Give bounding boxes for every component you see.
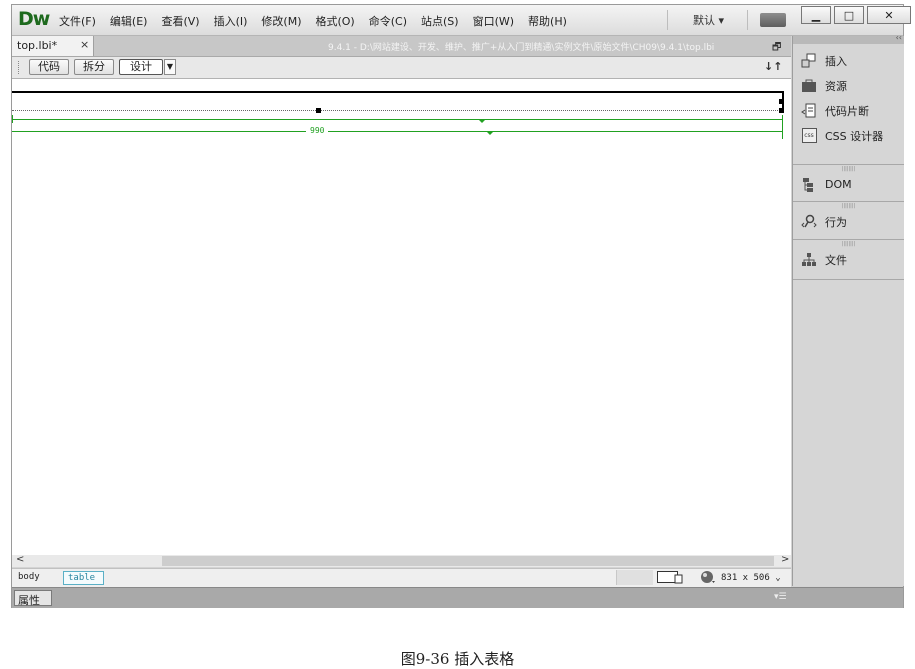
panel-css-designer[interactable]: css CSS 设计器 [793, 123, 904, 148]
status-well [616, 570, 653, 585]
document-tab[interactable]: top.lbi* × [12, 36, 94, 56]
column-width-guide [12, 119, 782, 120]
panel-separator [793, 239, 904, 240]
scroll-right-icon[interactable]: > [781, 554, 789, 565]
menu-commands[interactable]: 命令(C) [369, 13, 407, 29]
globe-icon[interactable] [700, 570, 716, 587]
panel-assets[interactable]: 资源 [793, 73, 904, 98]
behaviors-icon [801, 214, 817, 230]
panel-css-designer-label: CSS 设计器 [825, 129, 884, 143]
menu-format[interactable]: 格式(O) [315, 13, 354, 29]
menu-bar: 文件(F) 编辑(E) 查看(V) 插入(I) 修改(M) 格式(O) 命令(C… [59, 13, 581, 29]
menu-help[interactable]: 帮助(H) [528, 13, 567, 29]
menu-view[interactable]: 查看(V) [161, 13, 199, 29]
divider [667, 10, 668, 30]
css-designer-icon: css [801, 128, 817, 144]
table-header-menu-icon[interactable] [487, 132, 493, 135]
dreamweaver-window: Dw 文件(F) 编辑(E) 查看(V) 插入(I) 修改(M) 格式(O) 命… [11, 4, 911, 608]
properties-panel-tab[interactable]: 属性 [14, 590, 52, 607]
table-width-guide-start [12, 115, 13, 123]
window-controls: ▁ □ ✕ [801, 6, 914, 24]
insert-icon [801, 53, 817, 69]
panel-group-1: 插入 资源 代码片断 css CSS 设计器 [793, 48, 904, 148]
sort-icon[interactable]: ↓↑ [764, 60, 782, 73]
design-canvas[interactable]: 990 [12, 79, 791, 555]
dw-logo: Dw [18, 8, 50, 30]
document-path: 9.4.1 - D:\网站建设、开发、维护、推广+从入门到精通\实例文件\原始文… [328, 43, 715, 53]
split-view-button[interactable]: 拆分 [74, 59, 114, 75]
status-bar: body table 831 x 506 ⌄ [12, 568, 791, 587]
panel-group-2: |||||||| DOM [793, 166, 904, 197]
horizontal-scrollbar[interactable]: < > [12, 554, 791, 567]
menu-edit[interactable]: 编辑(E) [110, 13, 148, 29]
restore-document-icon[interactable]: 🗗 [772, 40, 781, 57]
menu-site[interactable]: 站点(S) [421, 13, 459, 29]
table-width-guide [12, 131, 782, 132]
menu-window[interactable]: 窗口(W) [473, 13, 514, 29]
panel-group-3: |||||||| 行为 [793, 203, 904, 234]
scroll-left-icon[interactable]: < [16, 554, 24, 565]
window-size-value: 831 x 506 [721, 573, 770, 583]
panel-dom-label: DOM [825, 178, 852, 191]
properties-bar: 属性 ▾☰ [12, 587, 903, 608]
table-outline-bottom [12, 110, 782, 111]
panel-insert[interactable]: 插入 [793, 48, 904, 73]
table-corner-handle[interactable] [779, 108, 784, 113]
panel-separator [793, 201, 904, 202]
workspace-switcher[interactable]: 默认 ▾ [693, 12, 724, 28]
properties-menu-icon[interactable]: ▾☰ [774, 592, 787, 602]
panel-snippets[interactable]: 代码片断 [793, 98, 904, 123]
table-width-label[interactable]: 990 [306, 126, 329, 135]
assets-icon [801, 78, 817, 94]
column-header-menu-icon[interactable] [479, 120, 485, 123]
device-preview-icon[interactable] [657, 571, 683, 587]
maximize-button[interactable]: □ [834, 6, 864, 24]
code-view-button[interactable]: 代码 [29, 59, 69, 75]
sync-settings-button[interactable] [760, 13, 786, 27]
menu-insert[interactable]: 插入(I) [214, 13, 248, 29]
collapse-panels-icon[interactable]: ‹‹ [896, 33, 902, 42]
table-right-handle[interactable] [779, 99, 784, 104]
window-size-readout[interactable]: 831 x 506 ⌄ [721, 573, 781, 583]
tag-selector-table[interactable]: table [63, 571, 105, 585]
figure-caption: 图9-36 插入表格 [400, 650, 515, 668]
css-icon-text: css [801, 128, 817, 143]
table-bottom-handle[interactable] [316, 108, 321, 113]
document-tab-bar: top.lbi* × 9.4.1 - D:\网站建设、开发、维护、推广+从入门到… [12, 36, 791, 57]
table-width-guide-end [782, 115, 783, 139]
panel-separator [793, 164, 904, 165]
panel-dock-header: ‹‹ [793, 33, 904, 44]
panel-separator [793, 279, 904, 280]
panel-behaviors[interactable]: 行为 [793, 209, 904, 234]
panel-behaviors-label: 行为 [825, 215, 847, 229]
design-view-button[interactable]: 设计 [119, 59, 163, 75]
table-outline-top [12, 91, 782, 93]
divider [747, 10, 748, 30]
view-dropdown-icon[interactable]: ▼ [164, 59, 176, 75]
window-size-dropdown-icon: ⌄ [775, 573, 781, 583]
tag-selector-body[interactable]: body [18, 572, 40, 582]
toolbar-gripper [18, 61, 21, 74]
panel-snippets-label: 代码片断 [825, 104, 869, 118]
menu-modify[interactable]: 修改(M) [261, 13, 301, 29]
panel-assets-label: 资源 [825, 79, 847, 93]
close-tab-icon[interactable]: × [80, 38, 89, 51]
panel-files[interactable]: 文件 [793, 247, 904, 272]
view-toolbar: 代码 拆分 设计 ▼ ↓↑ [12, 57, 791, 79]
document-tab-label: top.lbi* [17, 39, 58, 52]
snippets-icon [801, 103, 817, 119]
close-button[interactable]: ✕ [867, 6, 911, 24]
scrollbar-thumb[interactable] [162, 556, 774, 566]
panel-insert-label: 插入 [825, 54, 847, 68]
panel-files-label: 文件 [825, 253, 847, 267]
panel-dock: ‹‹ 插入 资源 代码片断 css CSS 设计器 |||||||| DOM |… [792, 33, 904, 586]
dom-icon [801, 177, 817, 193]
files-icon [801, 252, 817, 268]
menu-file[interactable]: 文件(F) [59, 13, 96, 29]
panel-group-4: |||||||| 文件 [793, 241, 904, 272]
panel-dom[interactable]: DOM [793, 172, 904, 197]
minimize-button[interactable]: ▁ [801, 6, 831, 24]
title-bar: Dw 文件(F) 编辑(E) 查看(V) 插入(I) 修改(M) 格式(O) 命… [12, 5, 911, 36]
